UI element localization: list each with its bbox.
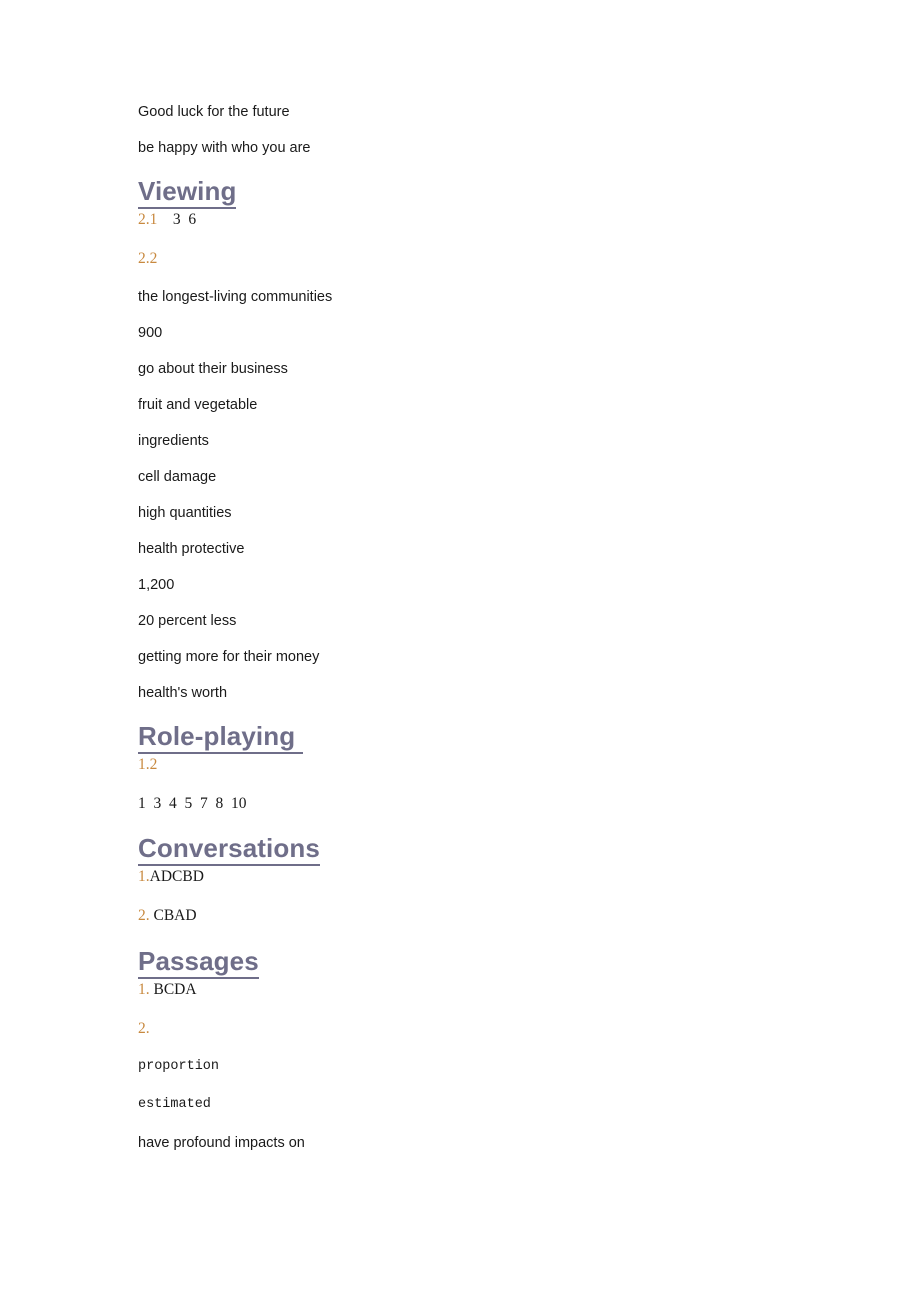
paragraph-proportion: proportion xyxy=(138,1059,220,1074)
answer-marker: 2.1 xyxy=(138,211,158,228)
paragraph-longest-living: the longest-living communities xyxy=(138,289,333,305)
paragraph-fruit-vegetable: fruit and vegetable xyxy=(138,397,258,413)
heading-conversations-text: Conversations xyxy=(138,833,320,866)
heading-viewing-text: Viewing xyxy=(138,176,237,209)
answer-marker: 2. xyxy=(138,1020,150,1037)
answer-line-1-2: 1.2 xyxy=(138,756,838,774)
answer-marker: 1.2 xyxy=(138,756,158,773)
paragraph-healths-worth: health's worth xyxy=(138,685,228,701)
paragraph-1200: 1,200 xyxy=(138,577,175,593)
answer-line-2-2: 2.2 xyxy=(138,250,838,268)
answer-marker: 2. xyxy=(138,907,150,924)
answer-value: ADCBD xyxy=(149,868,204,885)
paragraph-estimated: estimated xyxy=(138,1097,211,1112)
paragraph-20-percent-less: 20 percent less xyxy=(138,613,237,629)
answer-value: CBAD xyxy=(149,907,197,924)
paragraph-be-happy: be happy with who you are xyxy=(138,140,311,156)
paragraph-go-about-business: go about their business xyxy=(138,361,288,377)
paragraph-900: 900 xyxy=(138,325,163,341)
answer-marker: 2.2 xyxy=(138,250,158,267)
heading-passages-text: Passages xyxy=(138,946,259,979)
answer-marker: 1. xyxy=(138,981,150,998)
heading-role-playing: Role-playing xyxy=(138,721,838,754)
answer-line-2-1: 2.1 3 6 xyxy=(138,211,838,229)
paragraph-high-quantities: high quantities xyxy=(138,505,232,521)
answer-line-conv-1: 1.ADCBD xyxy=(138,868,838,886)
document-page: Good luck for the future be happy with w… xyxy=(0,0,920,1302)
answer-line-pass-2: 2. xyxy=(138,1020,838,1038)
paragraph-getting-more-money: getting more for their money xyxy=(138,649,320,665)
heading-conversations: Conversations xyxy=(138,833,838,866)
answer-value: BCDA xyxy=(149,981,197,998)
paragraph-ingredients: ingredients xyxy=(138,433,209,449)
paragraph-health-protective: health protective xyxy=(138,541,245,557)
heading-passages: Passages xyxy=(138,946,838,979)
heading-role-playing-text: Role-playing xyxy=(138,721,303,754)
answer-value: 3 6 xyxy=(157,211,197,228)
answer-marker: 1. xyxy=(138,868,150,885)
paragraph-profound-impacts: have profound impacts on xyxy=(138,1135,305,1151)
paragraph-good-luck: Good luck for the future xyxy=(138,104,290,120)
paragraph-cell-damage: cell damage xyxy=(138,469,217,485)
document-body: Good luck for the future be happy with w… xyxy=(138,104,838,1171)
heading-viewing: Viewing xyxy=(138,176,838,209)
answer-line-conv-2: 2. CBAD xyxy=(138,907,838,925)
paragraph-number-sequence: 1 3 4 5 7 8 10 xyxy=(138,795,247,812)
answer-line-pass-1: 1. BCDA xyxy=(138,981,838,999)
